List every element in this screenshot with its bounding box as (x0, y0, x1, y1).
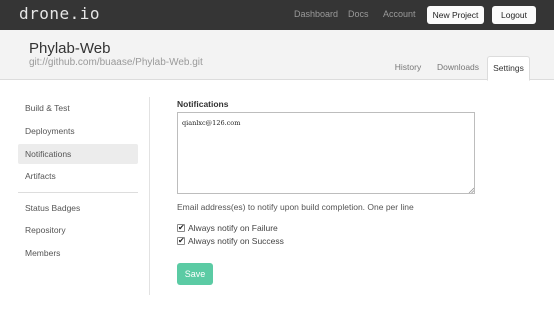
sidebar-item-deployments[interactable]: Deployments (18, 121, 138, 141)
notify-success-row[interactable]: ✔ Always notify on Success (177, 235, 284, 247)
project-header: Phylab-Web git://github.com/buaase/Phyla… (0, 30, 554, 81)
nav-link-account[interactable]: Account (383, 9, 416, 19)
notify-success-label: Always notify on Success (188, 236, 284, 246)
sidebar-item-artifacts[interactable]: Artifacts (18, 166, 138, 186)
drone-logo[interactable]: drone.io (19, 4, 100, 23)
checkmark-icon: ✔ (178, 236, 185, 245)
sidebar-item-status-badges[interactable]: Status Badges (18, 198, 138, 218)
content-divider (149, 97, 150, 295)
new-project-button[interactable]: New Project (427, 6, 484, 24)
sidebar-item-build-test[interactable]: Build & Test (18, 98, 138, 118)
sidebar-item-members[interactable]: Members (18, 243, 138, 263)
sidebar-item-repository[interactable]: Repository (18, 220, 138, 240)
notify-failure-label: Always notify on Failure (188, 223, 278, 233)
email-help-text: Email address(es) to notify upon build c… (177, 202, 414, 212)
notify-success-checkbox[interactable]: ✔ (177, 236, 185, 245)
checkmark-icon: ✔ (178, 223, 185, 232)
email-recipients-textarea[interactable]: qianlxc@126.com (177, 112, 475, 194)
project-repo-url: git://github.com/buaase/Phylab-Web.git (29, 57, 203, 68)
nav-link-dashboard[interactable]: Dashboard (294, 9, 338, 19)
project-title: Phylab-Web (29, 40, 111, 57)
tab-downloads[interactable]: Downloads (433, 56, 483, 80)
notify-failure-checkbox[interactable]: ✔ (177, 223, 185, 232)
logout-button[interactable]: Logout (492, 6, 536, 24)
save-button[interactable]: Save (177, 263, 213, 285)
sidebar-divider (18, 192, 138, 193)
tab-history[interactable]: History (390, 56, 426, 80)
sidebar-item-notifications[interactable]: Notifications (18, 144, 138, 164)
resize-grip-icon[interactable] (468, 187, 474, 193)
tab-settings[interactable]: Settings (487, 56, 530, 81)
top-navbar: drone.io Dashboard Docs Account New Proj… (0, 0, 554, 30)
nav-link-docs[interactable]: Docs (348, 9, 369, 19)
notifications-heading: Notifications (177, 99, 229, 109)
notify-failure-row[interactable]: ✔ Always notify on Failure (177, 222, 278, 234)
